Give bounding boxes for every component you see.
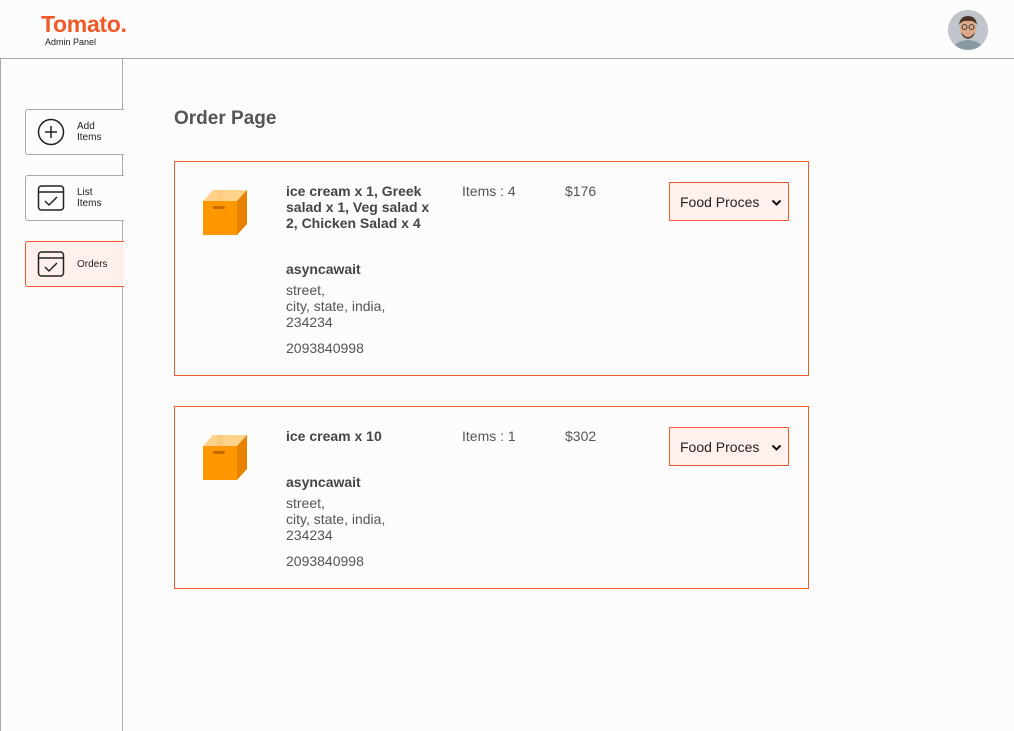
customer-name: asyncawait (286, 474, 361, 490)
page-title: Order Page (174, 108, 277, 129)
order-items: ice cream x 1, Greek salad x 1, Veg sala… (286, 183, 430, 231)
status-value: Food Processing (680, 438, 760, 455)
order-card: ice cream x 10 asyncawait street, city, … (174, 406, 809, 589)
sidebar-item-label: Add Items (77, 121, 102, 143)
sidebar-item-label: Orders (77, 258, 108, 270)
sidebar-item-orders[interactable]: Orders (25, 241, 124, 287)
sidebar-item-add-items[interactable]: Add Items (25, 109, 124, 155)
add-circle-icon (37, 118, 65, 146)
sidebar-item-list-items[interactable]: List Items (25, 175, 124, 221)
chevron-down-icon (771, 195, 782, 211)
status-select[interactable]: Food Processing (669, 427, 789, 466)
navbar: Tomato. Admin Panel (0, 0, 1014, 59)
main-content: Order Page (174, 104, 814, 134)
sidebar: Add Items List Items Orders (0, 59, 124, 731)
logo[interactable]: Tomato. Admin Panel (41, 11, 127, 47)
customer-address: street, city, state, india, 234234 (286, 495, 386, 543)
order-card: ice cream x 1, Greek salad x 1, Veg sala… (174, 161, 809, 376)
status-select[interactable]: Food Processing (669, 182, 789, 221)
brand-name: Tomato. (41, 11, 127, 37)
customer-address: street, city, state, india, 234234 (286, 282, 386, 330)
sidebar-item-label: List Items (77, 187, 102, 209)
customer-phone: 2093840998 (286, 340, 364, 356)
item-count: Items : 4 (462, 183, 516, 199)
status-value: Food Processing (680, 193, 760, 210)
item-count: Items : 1 (462, 428, 516, 444)
order-amount: $302 (565, 428, 597, 444)
parcel-box-icon (201, 432, 251, 482)
checklist-icon (37, 184, 65, 212)
chevron-down-icon (771, 440, 782, 456)
parcel-box-icon (201, 187, 251, 237)
order-items: ice cream x 10 (286, 428, 382, 444)
customer-name: asyncawait (286, 261, 361, 277)
orders-icon (37, 250, 65, 278)
customer-phone: 2093840998 (286, 553, 364, 569)
order-amount: $176 (565, 183, 597, 199)
profile-photo-icon (948, 10, 988, 50)
avatar[interactable] (948, 10, 988, 50)
brand-subtitle: Admin Panel (45, 37, 97, 47)
